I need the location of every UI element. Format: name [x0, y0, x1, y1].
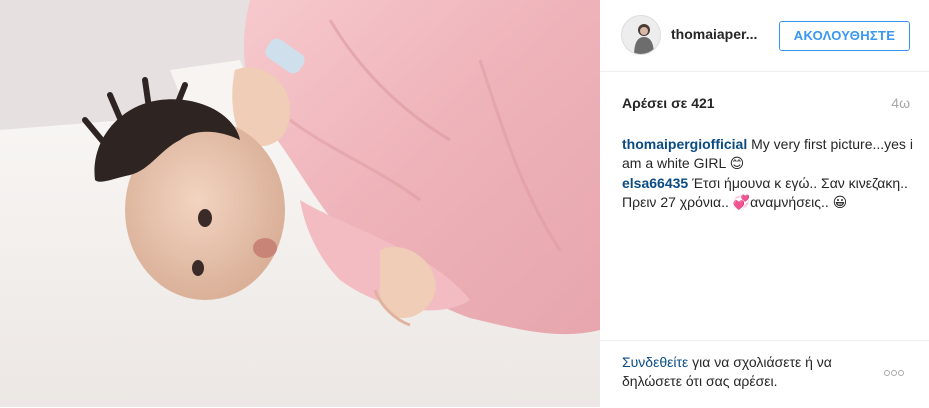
comment-username[interactable]: thomaipergiofficial — [622, 136, 747, 152]
instagram-post: thomaiaper... ΑΚΟΛΟΥΘΗΣΤΕ Αρέσει σε 421 … — [0, 0, 929, 407]
post-side-panel: thomaiaper... ΑΚΟΛΟΥΘΗΣΤΕ Αρέσει σε 421 … — [600, 0, 929, 407]
follow-button[interactable]: ΑΚΟΛΟΥΘΗΣΤΕ — [779, 21, 910, 51]
post-age[interactable]: 4ω — [891, 95, 910, 111]
dot-icon — [898, 370, 904, 376]
more-options-icon[interactable] — [884, 363, 910, 379]
post-header: thomaiaper... ΑΚΟΛΟΥΘΗΣΤΕ — [600, 0, 929, 72]
login-link[interactable]: Συνδεθείτε — [622, 354, 688, 370]
post-footer: Συνδεθείτε για να σχολιάσετε ή να δηλώσε… — [600, 340, 929, 408]
likes-row: Αρέσει σε 421 4ω — [622, 95, 910, 113]
baby-photo-image — [0, 0, 600, 407]
comment-username[interactable]: elsa66435 — [622, 175, 688, 191]
likes-count[interactable]: Αρέσει σε 421 — [622, 95, 715, 111]
login-prompt: Συνδεθείτε για να σχολιάσετε ή να δηλώσε… — [622, 353, 872, 391]
comment: elsa66435 Έτσι ήμουνα κ εγώ.. Σαν κινεζα… — [622, 174, 914, 212]
comment: thomaipergiofficial My very first pictur… — [622, 135, 914, 173]
dot-icon — [884, 370, 890, 376]
avatar[interactable] — [621, 15, 661, 55]
dot-icon — [891, 370, 897, 376]
username[interactable]: thomaiaper... — [671, 26, 757, 42]
avatar-image — [622, 16, 660, 54]
comments-list: thomaipergiofficial My very first pictur… — [622, 135, 914, 213]
post-photo[interactable] — [0, 0, 600, 407]
